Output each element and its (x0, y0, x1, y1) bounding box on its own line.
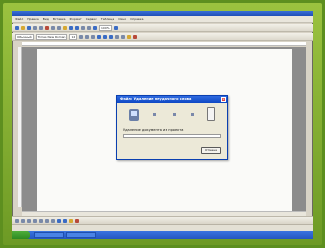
windows-taskbar (12, 231, 313, 239)
autoshapes-icon[interactable] (27, 218, 31, 223)
dialog-status-text: Удаление документа из проекта (123, 128, 184, 132)
paste-icon[interactable] (63, 25, 67, 30)
drawing-icon[interactable] (93, 25, 97, 30)
arrow-icon[interactable] (39, 218, 43, 223)
font-select[interactable]: Times New Roman (35, 33, 68, 40)
help-icon[interactable] (113, 25, 118, 30)
menu-item-tools[interactable]: Сервис (86, 17, 97, 21)
drawing-toolbar (12, 216, 313, 224)
save-icon[interactable] (27, 25, 31, 30)
dialog-title-text: Файл: Удаление неудачного слова (120, 97, 192, 101)
copy-icon[interactable] (57, 25, 61, 30)
select-arrow-icon[interactable] (21, 218, 25, 223)
menu-bar: Файл Правка Вид Вставка Формат Сервис Та… (12, 16, 313, 23)
menu-item-file[interactable]: Файл (15, 17, 23, 21)
style-select[interactable]: Обычный (15, 33, 34, 40)
bold-icon[interactable] (79, 34, 84, 39)
menu-item-window[interactable]: Окно (118, 17, 126, 21)
spellcheck-icon[interactable] (45, 25, 49, 30)
monitor-screen: Файл Правка Вид Вставка Формат Сервис Та… (12, 11, 313, 239)
underline-icon[interactable] (91, 34, 96, 39)
open-folder-icon[interactable] (21, 25, 25, 30)
file-animation (129, 107, 215, 123)
undo-icon[interactable] (69, 25, 73, 30)
line-icon[interactable] (33, 218, 37, 223)
numbering-icon[interactable] (115, 34, 120, 39)
preview-icon[interactable] (39, 25, 43, 30)
rectangle-icon[interactable] (45, 218, 49, 223)
standard-toolbar: 100% (12, 24, 313, 32)
document-file-icon (207, 107, 215, 121)
highlight-icon[interactable] (127, 34, 132, 39)
taskbar-button-2[interactable] (66, 232, 96, 238)
align-center-icon[interactable] (103, 34, 108, 39)
zoom-select[interactable]: 100% (99, 24, 112, 31)
redo-icon[interactable] (75, 25, 79, 30)
font-size-select[interactable]: 12 (69, 33, 78, 40)
horizontal-ruler (22, 42, 306, 46)
draw-menu-icon[interactable] (15, 218, 19, 223)
menu-item-insert[interactable]: Вставка (53, 17, 66, 21)
wordart-icon[interactable] (63, 218, 67, 223)
textbox-icon[interactable] (57, 218, 61, 223)
fill-color-icon[interactable] (69, 218, 73, 223)
table-icon[interactable] (81, 25, 85, 30)
new-document-icon[interactable] (15, 25, 19, 30)
flying-file-icon (153, 113, 156, 116)
cut-icon[interactable] (51, 25, 55, 30)
status-bar (12, 224, 313, 231)
dialog-title: Файл: Удаление неудачного слова × (117, 96, 227, 103)
menu-item-view[interactable]: Вид (43, 17, 49, 21)
line-color-icon[interactable] (75, 218, 79, 223)
align-right-icon[interactable] (109, 34, 114, 39)
italic-icon[interactable] (85, 34, 90, 39)
menu-item-table[interactable]: Таблица (101, 17, 114, 21)
menu-item-edit[interactable]: Правка (27, 17, 38, 21)
progress-dialog: Файл: Удаление неудачного слова × Удален… (116, 95, 228, 160)
close-icon[interactable]: × (221, 97, 226, 102)
font-color-icon[interactable] (133, 34, 138, 39)
cancel-button[interactable]: Отмена (201, 147, 221, 154)
print-icon[interactable] (33, 25, 37, 30)
flying-file-icon (191, 113, 194, 116)
oval-icon[interactable] (51, 218, 55, 223)
formatting-toolbar: Обычный Times New Roman 12 (12, 33, 313, 41)
columns-icon[interactable] (87, 25, 91, 30)
menu-item-format[interactable]: Формат (70, 17, 82, 21)
bullets-icon[interactable] (121, 34, 126, 39)
flying-file-icon (173, 113, 176, 116)
progress-bar (123, 134, 221, 138)
start-button[interactable] (12, 231, 30, 239)
source-folder-icon (129, 109, 139, 121)
taskbar-button-1[interactable] (34, 232, 64, 238)
align-left-icon[interactable] (97, 34, 102, 39)
menu-item-help[interactable]: Справка (130, 17, 143, 21)
